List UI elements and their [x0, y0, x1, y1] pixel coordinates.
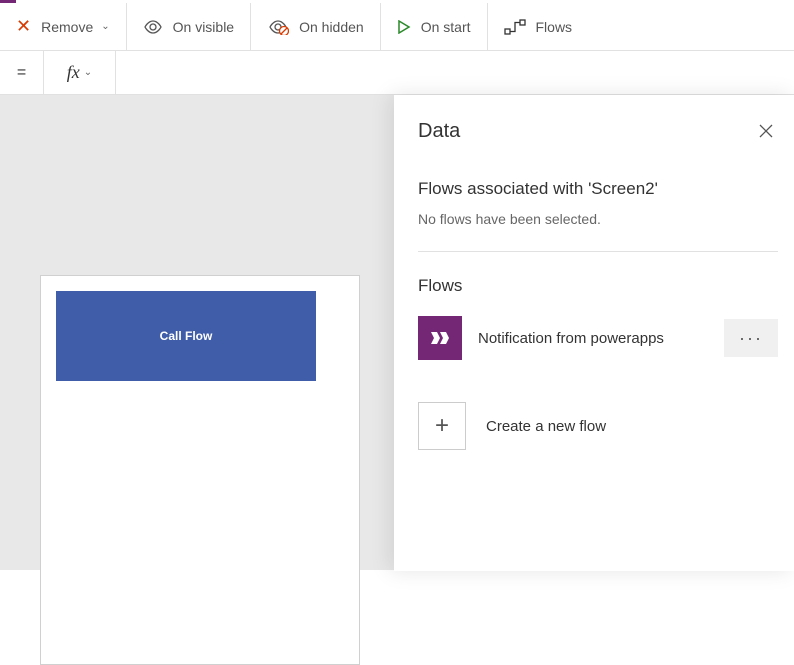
- flow-chart-icon: [504, 19, 526, 35]
- associated-flows-empty: No flows have been selected.: [418, 211, 778, 227]
- flows-label: Flows: [536, 19, 573, 35]
- chevron-down-icon: ⌄: [101, 21, 109, 32]
- on-hidden-button[interactable]: On hidden: [251, 3, 381, 50]
- flow-item[interactable]: Notification from powerapps ···: [418, 316, 778, 360]
- associated-flows-heading: Flows associated with 'Screen2': [418, 179, 778, 199]
- close-icon: [758, 123, 774, 139]
- call-flow-button[interactable]: Call Flow: [56, 291, 316, 381]
- formula-input[interactable]: [126, 65, 784, 81]
- remove-label: Remove: [41, 19, 93, 35]
- more-icon: ···: [739, 328, 763, 349]
- eye-off-icon: [267, 19, 289, 35]
- create-flow-label: Create a new flow: [486, 418, 606, 435]
- equals-button[interactable]: =: [0, 51, 44, 94]
- on-start-button[interactable]: On start: [381, 3, 488, 50]
- panel-header: Data: [418, 119, 778, 143]
- close-icon: ✕: [16, 16, 31, 37]
- plus-icon: +: [418, 402, 466, 450]
- on-hidden-label: On hidden: [299, 19, 364, 35]
- on-start-label: On start: [421, 19, 471, 35]
- fx-label: fx: [67, 62, 80, 83]
- chevron-down-icon: ⌄: [84, 67, 92, 78]
- eye-icon: [143, 20, 163, 34]
- flow-item-more-button[interactable]: ···: [724, 319, 778, 357]
- formula-input-wrapper: [116, 51, 794, 94]
- flow-item-name: Notification from powerapps: [478, 330, 708, 347]
- powerapps-icon: [418, 316, 462, 360]
- call-flow-label: Call Flow: [160, 329, 213, 343]
- on-visible-button[interactable]: On visible: [127, 3, 251, 50]
- play-icon: [397, 20, 411, 34]
- create-flow-button[interactable]: + Create a new flow: [418, 402, 778, 450]
- data-panel: Data Flows associated with 'Screen2' No …: [394, 95, 794, 571]
- formula-bar: = fx ⌄: [0, 51, 794, 95]
- toolbar: ✕ Remove ⌄ On visible On hidden On start…: [0, 3, 794, 51]
- flows-heading: Flows: [418, 276, 778, 296]
- divider: [418, 251, 778, 252]
- close-panel-button[interactable]: [754, 119, 778, 143]
- remove-button[interactable]: ✕ Remove ⌄: [0, 3, 127, 50]
- panel-title: Data: [418, 120, 460, 143]
- flows-button[interactable]: Flows: [488, 3, 589, 50]
- screen-frame: Call Flow: [40, 275, 360, 665]
- on-visible-label: On visible: [173, 19, 234, 35]
- fx-button[interactable]: fx ⌄: [44, 51, 116, 94]
